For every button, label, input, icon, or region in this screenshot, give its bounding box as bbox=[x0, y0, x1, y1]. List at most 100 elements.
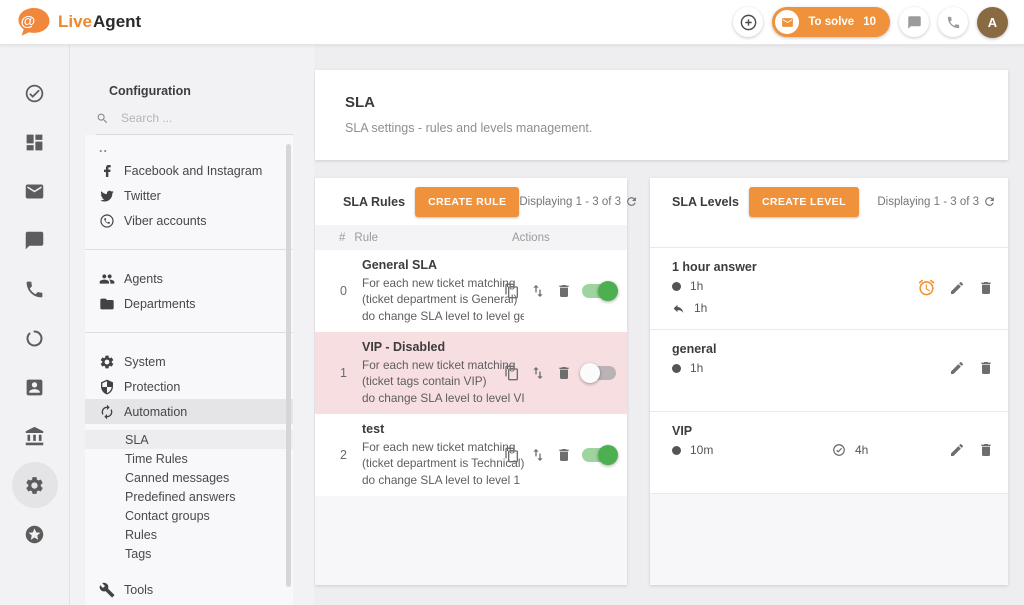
sidebar-item-label: System bbox=[124, 355, 166, 369]
copy-icon[interactable] bbox=[504, 283, 520, 299]
level-first-answer: 1h bbox=[690, 279, 703, 293]
rule-enabled-toggle[interactable] bbox=[582, 448, 616, 462]
to-solve-badge bbox=[775, 10, 799, 34]
rail-item-tickets[interactable] bbox=[23, 81, 47, 105]
rail-item-chat[interactable] bbox=[23, 228, 47, 252]
progress-ring-icon bbox=[24, 328, 45, 349]
sort-icon[interactable] bbox=[530, 283, 546, 299]
chats-button[interactable] bbox=[899, 7, 929, 37]
rules-empty-footer bbox=[315, 496, 627, 585]
trash-icon[interactable] bbox=[978, 442, 994, 458]
top-bar: @ Live Agent To solve 10 bbox=[0, 0, 1024, 45]
sidebar-item-twitter[interactable]: Twitter bbox=[85, 183, 293, 208]
sidebar-item-canned-messages[interactable]: Canned messages bbox=[85, 468, 293, 487]
dot-icon bbox=[672, 364, 681, 373]
trash-icon[interactable] bbox=[978, 360, 994, 376]
level-row-vip: VIP 10m 4h bbox=[650, 411, 1008, 493]
trash-icon[interactable] bbox=[556, 365, 572, 381]
rules-table-header: # Rule Actions bbox=[315, 225, 627, 250]
user-avatar[interactable]: A bbox=[977, 7, 1008, 38]
level-first-answer: 10m bbox=[690, 443, 713, 457]
gear-icon bbox=[99, 354, 115, 370]
column-rule: Rule bbox=[354, 232, 378, 244]
to-solve-button[interactable]: To solve 10 bbox=[772, 7, 890, 37]
page-title: SLA bbox=[345, 94, 1008, 111]
copy-icon[interactable] bbox=[504, 447, 520, 463]
sidebar-item-system[interactable]: System bbox=[85, 349, 293, 374]
sidebar-item-time-rules[interactable]: Time Rules bbox=[85, 449, 293, 468]
rail-item-calls[interactable] bbox=[23, 277, 47, 301]
sidebar-item-rules[interactable]: Rules bbox=[85, 525, 293, 544]
sidebar-item-contact-groups[interactable]: Contact groups bbox=[85, 506, 293, 525]
shield-icon bbox=[99, 379, 115, 395]
rule-desc-line: For each new ticket matching bbox=[362, 439, 524, 456]
sidebar-item-departments[interactable]: Departments bbox=[85, 291, 293, 316]
rail-item-contacts[interactable] bbox=[23, 375, 47, 399]
sort-icon[interactable] bbox=[530, 365, 546, 381]
rail-item-social[interactable] bbox=[23, 326, 47, 350]
create-rule-button[interactable]: CREATE RULE bbox=[415, 187, 519, 217]
level-next-answer: 1h bbox=[694, 301, 707, 315]
sub-item-label: Time Rules bbox=[125, 452, 188, 466]
menu-divider bbox=[85, 249, 293, 250]
sidebar-item-label: Viber accounts bbox=[124, 214, 206, 228]
sidebar-item-label: Departments bbox=[124, 297, 196, 311]
refresh-icon[interactable] bbox=[625, 195, 638, 208]
rule-name: VIP - Disabled bbox=[362, 340, 524, 354]
rule-row-general-sla: 0 General SLA For each new ticket matchi… bbox=[315, 250, 627, 332]
sidebar-item-viber[interactable]: Viber accounts bbox=[85, 208, 293, 233]
configuration-sidebar: Configuration .. Facebook and Instagram … bbox=[70, 45, 314, 605]
viber-icon bbox=[99, 213, 115, 229]
rule-row-vip-disabled: 1 VIP - Disabled For each new ticket mat… bbox=[315, 332, 627, 414]
sidebar-item-predefined-answers[interactable]: Predefined answers bbox=[85, 487, 293, 506]
create-level-button[interactable]: CREATE LEVEL bbox=[749, 187, 859, 217]
rail-item-mail[interactable] bbox=[23, 179, 47, 203]
refresh-icon[interactable] bbox=[983, 195, 996, 208]
sub-item-label: Rules bbox=[125, 528, 157, 542]
rail-item-settings[interactable] bbox=[23, 473, 47, 497]
to-solve-label: To solve bbox=[808, 16, 854, 28]
sidebar-item-tools[interactable]: Tools bbox=[85, 577, 293, 602]
add-button[interactable] bbox=[733, 7, 763, 37]
overflow-label: .. bbox=[99, 141, 108, 155]
sidebar-item-agents[interactable]: Agents bbox=[85, 266, 293, 291]
sort-icon[interactable] bbox=[530, 447, 546, 463]
chat-icon bbox=[24, 230, 45, 251]
sidebar-item-automation[interactable]: Automation bbox=[85, 399, 293, 424]
rule-order: 2 bbox=[340, 448, 354, 462]
edit-icon[interactable] bbox=[949, 280, 965, 296]
rule-enabled-toggle[interactable] bbox=[582, 284, 616, 298]
search-icon bbox=[96, 112, 109, 125]
trash-icon[interactable] bbox=[978, 280, 994, 296]
phone-icon bbox=[946, 15, 961, 30]
sidebar-item-overflow[interactable]: .. bbox=[85, 138, 293, 158]
sidebar-item-tags[interactable]: Tags bbox=[85, 544, 293, 563]
trash-icon[interactable] bbox=[556, 447, 572, 463]
edit-icon[interactable] bbox=[949, 360, 965, 376]
sidebar-scrollbar[interactable] bbox=[286, 144, 291, 587]
edit-icon[interactable] bbox=[949, 442, 965, 458]
svg-text:@: @ bbox=[21, 13, 36, 30]
levels-panel-title: SLA Levels bbox=[672, 195, 739, 209]
sidebar-item-sla[interactable]: SLA bbox=[85, 430, 293, 449]
sidebar-item-label: Protection bbox=[124, 380, 180, 394]
mail-icon bbox=[24, 181, 45, 202]
nav-rail bbox=[0, 45, 70, 605]
copy-icon[interactable] bbox=[504, 365, 520, 381]
level-row-1-hour-answer: 1 hour answer 1h 1h bbox=[650, 247, 1008, 329]
rule-enabled-toggle[interactable] bbox=[582, 366, 616, 380]
rail-item-gamification[interactable] bbox=[23, 522, 47, 546]
sidebar-item-label: Agents bbox=[124, 272, 163, 286]
rail-item-billing[interactable] bbox=[23, 424, 47, 448]
level-resolution-time: 4h bbox=[855, 443, 868, 457]
rail-item-dashboard[interactable] bbox=[23, 130, 47, 154]
sidebar-item-protection[interactable]: Protection bbox=[85, 374, 293, 399]
trash-icon[interactable] bbox=[556, 283, 572, 299]
calls-button[interactable] bbox=[938, 7, 968, 37]
page-subtitle: SLA settings - rules and levels manageme… bbox=[345, 121, 1008, 135]
sidebar-item-facebook[interactable]: Facebook and Instagram bbox=[85, 158, 293, 183]
rule-desc-line: For each new ticket matching bbox=[362, 275, 524, 292]
search-input[interactable] bbox=[121, 111, 271, 125]
alarm-icon[interactable] bbox=[917, 278, 936, 297]
liveagent-logo: @ Live Agent bbox=[16, 7, 141, 37]
